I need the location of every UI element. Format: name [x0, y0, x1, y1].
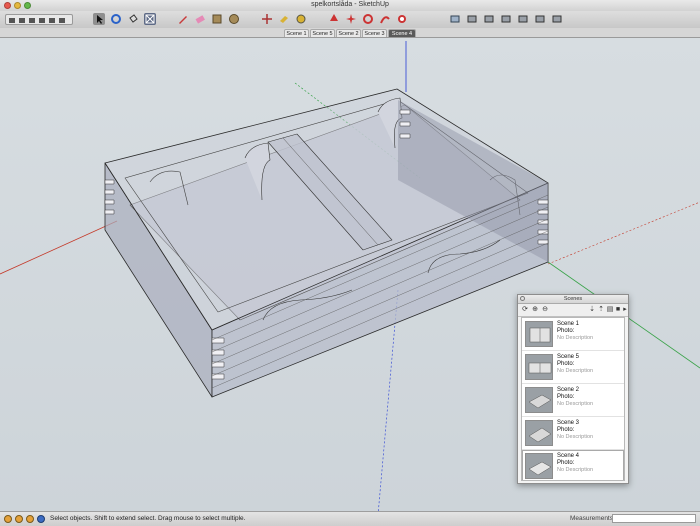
status-bar: Select objects. Shift to extend select. …: [0, 511, 700, 526]
scene-list-item-selected[interactable]: Scene 4 Photo: No Description: [522, 450, 624, 480]
tape-measure-icon[interactable]: [295, 13, 307, 25]
scene-name: Scene 3: [557, 420, 580, 426]
scene-photo-label: Photo:: [557, 328, 575, 334]
red-axis-dotted: [547, 201, 700, 265]
zoom-extents-icon[interactable]: [144, 13, 156, 25]
scene-description: No Description: [557, 434, 594, 440]
add-scene-icon[interactable]: ⊕: [531, 306, 539, 314]
move-up-icon[interactable]: ⇡: [597, 306, 605, 314]
follow-me-icon[interactable]: [379, 13, 391, 25]
circle-icon[interactable]: [228, 13, 240, 25]
scene-description: No Description: [557, 467, 594, 473]
scene-photo-label: Photo:: [557, 394, 575, 400]
scene-description: No Description: [557, 368, 594, 374]
scene-photo-label: Photo:: [557, 460, 575, 466]
view-right-icon[interactable]: [500, 13, 512, 25]
scene-name: Scene 2: [557, 387, 580, 393]
main-toolbar: [0, 11, 700, 29]
rotate-icon[interactable]: [362, 13, 374, 25]
scene-name: Scene 4: [557, 453, 580, 459]
shadow-icon[interactable]: [328, 13, 340, 25]
push-pull-icon[interactable]: [278, 13, 290, 25]
close-panel-icon[interactable]: [520, 296, 525, 301]
pencil-icon[interactable]: [177, 13, 189, 25]
scene-list: Scene 1 Photo: No Description Scene 5 Ph…: [521, 317, 625, 481]
tab-scene-3[interactable]: Scene 3: [362, 29, 387, 37]
red-axis: [0, 220, 118, 275]
details-icon[interactable]: ▸: [621, 306, 629, 314]
scene-description: No Description: [557, 335, 594, 341]
scene-thumbnail: [525, 420, 553, 446]
scenes-panel-title-text: Scenes: [563, 296, 583, 302]
view-bottom-icon[interactable]: [551, 13, 563, 25]
star-icon[interactable]: [345, 13, 357, 25]
scene-tabs-bar: Scene 1 Scene 5 Scene 2 Scene 3 Scene 4: [0, 28, 700, 38]
window-title: spelkortslåda - SketchUp: [311, 1, 389, 8]
tab-scene-4[interactable]: Scene 4: [388, 29, 416, 37]
scene-thumbnail: [525, 387, 553, 413]
view-iso-icon[interactable]: [449, 13, 461, 25]
scenes-panel: Scenes ⟳ ⊕ ⊖ ⇣ ⇡ ▤ ■ ▸ Scene 1 Photo: No…: [517, 294, 629, 484]
user-icon[interactable]: [26, 515, 34, 523]
move-down-icon[interactable]: ⇣: [588, 306, 596, 314]
tab-scene-5[interactable]: Scene 5: [310, 29, 335, 37]
scene-thumbnail: [525, 453, 553, 479]
move-icon[interactable]: [261, 13, 273, 25]
update-scene-icon[interactable]: ⟳: [521, 306, 529, 314]
views-toolbar-icon[interactable]: [5, 14, 73, 25]
view-top-icon[interactable]: [466, 13, 478, 25]
scene-thumbnail: [525, 354, 553, 380]
offset-icon[interactable]: [396, 13, 408, 25]
remove-scene-icon[interactable]: ⊖: [541, 306, 549, 314]
rectangle-icon[interactable]: [211, 13, 223, 25]
scene-thumbnail: [525, 321, 553, 347]
scene-photo-label: Photo:: [557, 427, 575, 433]
tab-scene-1[interactable]: Scene 1: [284, 29, 309, 37]
orbit-icon[interactable]: [110, 13, 122, 25]
scenes-panel-toolbar: ⟳ ⊕ ⊖ ⇣ ⇡ ▤ ■ ▸: [518, 304, 628, 317]
measurements-label: Measurements: [570, 515, 613, 522]
view-left-icon[interactable]: [534, 13, 546, 25]
scene-name: Scene 5: [557, 354, 580, 360]
view-options-icon[interactable]: ▤: [606, 306, 614, 314]
scene-list-item[interactable]: Scene 1 Photo: No Description: [522, 318, 624, 351]
view-front-icon[interactable]: [483, 13, 495, 25]
credits-icon[interactable]: [15, 515, 23, 523]
scene-list-item[interactable]: Scene 2 Photo: No Description: [522, 384, 624, 417]
help-icon[interactable]: [37, 515, 45, 523]
card-box-model[interactable]: [104, 88, 549, 398]
scene-name: Scene 1: [557, 321, 580, 327]
scene-description: No Description: [557, 401, 594, 407]
select-icon[interactable]: [93, 13, 105, 25]
view-back-icon[interactable]: [517, 13, 529, 25]
eraser-icon[interactable]: [194, 13, 206, 25]
measurements-input[interactable]: [612, 514, 696, 523]
status-hint: Select objects. Shift to extend select. …: [50, 515, 246, 522]
scene-photo-label: Photo:: [557, 361, 575, 367]
scenes-panel-title: Scenes: [518, 295, 628, 304]
paint-bucket-icon[interactable]: [127, 13, 139, 25]
geo-location-icon[interactable]: [4, 515, 12, 523]
scene-list-item[interactable]: Scene 5 Photo: No Description: [522, 351, 624, 384]
scene-list-item[interactable]: Scene 3 Photo: No Description: [522, 417, 624, 450]
tab-scene-2[interactable]: Scene 2: [336, 29, 361, 37]
